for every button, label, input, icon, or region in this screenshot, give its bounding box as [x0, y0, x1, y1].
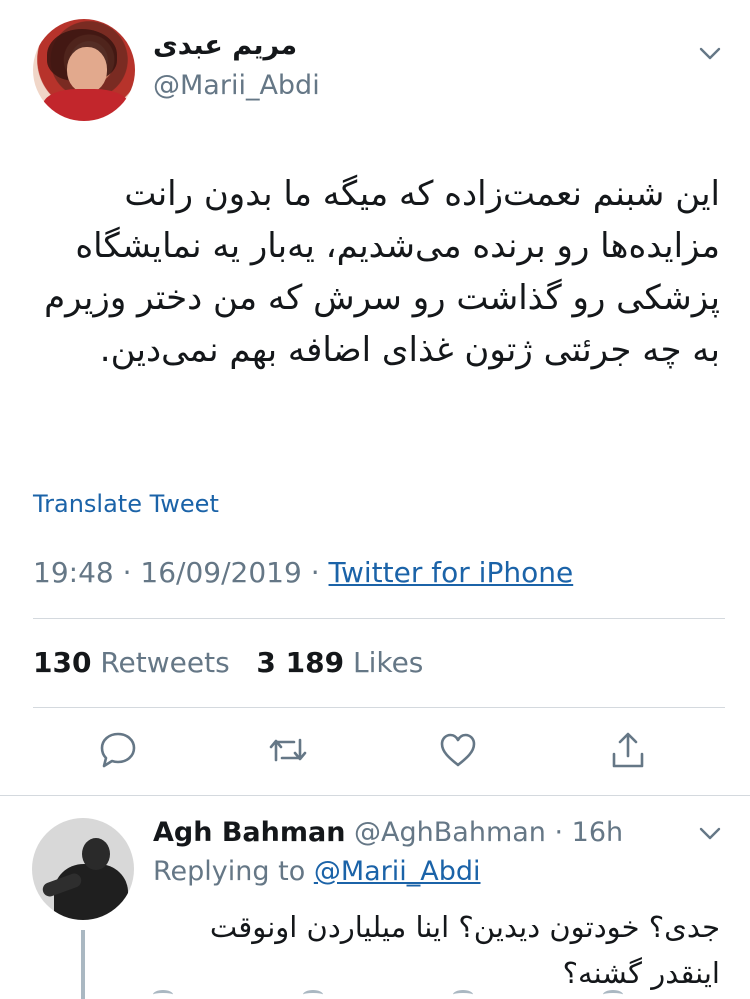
likes-stat[interactable]: 3 189 Likes [256, 646, 423, 679]
share-icon[interactable] [608, 730, 648, 770]
tweet-source-link[interactable]: Twitter for iPhone [329, 556, 574, 589]
likes-count: 3 189 [256, 646, 345, 679]
tweet-text-line: این شبنم نعمت‌زاده که میگه ما بدون رانت [124, 174, 720, 214]
meta-separator: · [310, 556, 329, 589]
thread-line [81, 930, 85, 999]
reply-age: 16h [571, 817, 624, 848]
author-name[interactable]: مریم عبدی [153, 30, 297, 61]
tweet-meta: 19:48 · 16/09/2019 · Twitter for iPhone [33, 556, 573, 589]
tweet-text-line: پزشکی رو گذاشت رو سرش که من دختر وزیرم [44, 278, 720, 318]
divider [33, 618, 725, 619]
retweet-icon[interactable] [268, 730, 308, 770]
divider [0, 795, 750, 796]
tweet-text-line: به چه جرئتی ژتون غذای اضافه بهم نمی‌دین. [99, 330, 720, 370]
retweets-count: 130 [33, 646, 92, 679]
like-icon[interactable] [438, 730, 478, 770]
replying-to-link[interactable]: @Marii_Abdi [314, 856, 481, 887]
chevron-down-icon[interactable] [697, 820, 723, 846]
reply-text-line: جدی؟ خودتون دیدین؟ اینا میلیاردن اونوقت [209, 910, 720, 944]
tweet-time: 19:48 [33, 556, 114, 589]
reply-icon[interactable] [98, 730, 138, 770]
author-avatar[interactable] [33, 19, 135, 121]
replying-to: Replying to @Marii_Abdi [153, 856, 481, 887]
reply-icon[interactable] [153, 990, 173, 999]
meta-separator: · [122, 556, 141, 589]
retweets-label: Retweets [100, 646, 230, 679]
share-icon[interactable] [603, 990, 623, 999]
chevron-down-icon[interactable] [697, 40, 723, 66]
reply-header: Agh Bahman @AghBahman · 16h [153, 817, 623, 848]
likes-label: Likes [352, 646, 424, 679]
retweets-stat[interactable]: 130 Retweets [33, 646, 230, 679]
tweet-stats: 130 Retweets 3 189 Likes [33, 646, 423, 679]
tweet-text: این شبنم نعمت‌زاده که میگه ما بدون رانت … [32, 168, 720, 376]
tweet-text-line: مزایده‌ها رو برنده می‌شدیم، یه‌بار یه نم… [75, 226, 720, 266]
replying-prefix: Replying to [153, 856, 306, 887]
author-handle[interactable]: @Marii_Abdi [153, 70, 320, 101]
reply-author-avatar[interactable] [32, 818, 134, 920]
translate-tweet-link[interactable]: Translate Tweet [33, 490, 219, 518]
reply-text: جدی؟ خودتون دیدین؟ اینا میلیاردن اونوقت … [153, 904, 720, 996]
reply-action-row [153, 990, 720, 999]
reply-author-handle[interactable]: @AghBahman [354, 817, 546, 848]
retweet-icon[interactable] [303, 990, 323, 999]
tweet-date: 16/09/2019 [140, 556, 302, 589]
like-icon[interactable] [453, 990, 473, 999]
divider [33, 707, 725, 708]
reply-author-name[interactable]: Agh Bahman [153, 817, 345, 848]
meta-separator: · [545, 817, 572, 848]
